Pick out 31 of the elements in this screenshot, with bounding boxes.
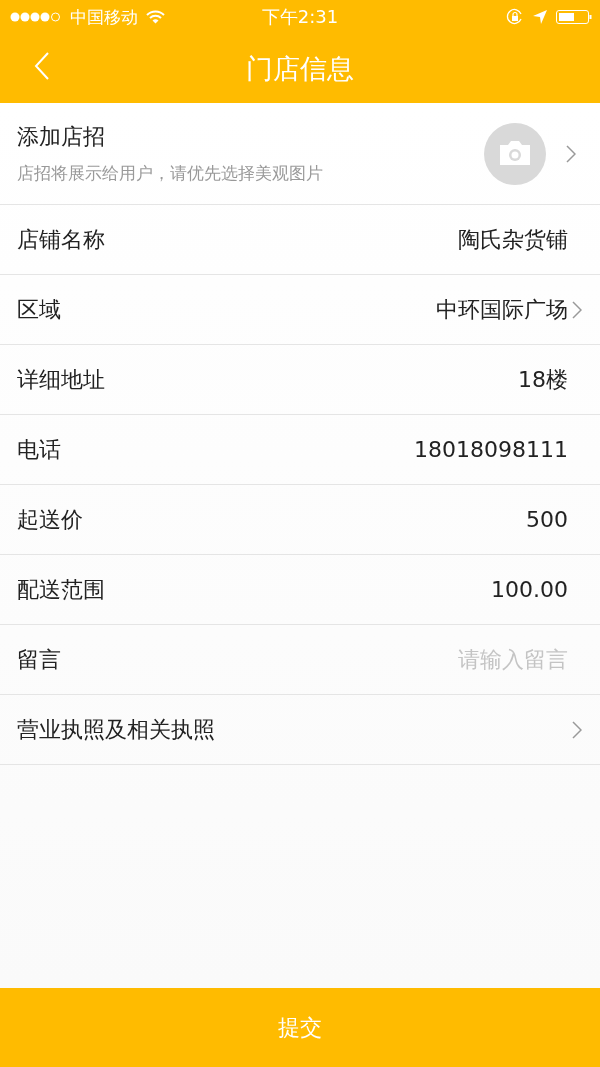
camera-icon[interactable]: [484, 122, 546, 185]
row-label: 电话: [17, 435, 62, 464]
battery-icon: [556, 9, 592, 25]
signal-icon: [10, 11, 62, 23]
row-label: 详细地址: [17, 365, 106, 394]
row-value: 18018098111: [414, 437, 568, 462]
carrier-name: 中国移动: [70, 5, 138, 29]
row-label: 区域: [17, 295, 62, 324]
clock-time: 下午2:31: [260, 5, 340, 29]
row-label: 添加店招: [17, 123, 106, 151]
row-label: 营业执照及相关执照: [17, 715, 216, 744]
row-label: 起送价: [17, 505, 84, 534]
page-title: 门店信息: [246, 51, 354, 86]
location-arrow-icon: [532, 9, 548, 25]
chevron-right-icon: [572, 300, 582, 319]
row-label: 店铺名称: [17, 225, 106, 254]
rotation-lock-icon: [506, 8, 524, 26]
row-value: 陶氏杂货铺: [458, 225, 568, 254]
row-label: 配送范围: [17, 575, 106, 604]
license-row[interactable]: 营业执照及相关执照: [0, 695, 600, 765]
wifi-icon: [146, 10, 165, 24]
hint-text: 店招将展示给用户，请优先选择美观图片: [17, 162, 324, 185]
chevron-right-icon: [572, 720, 582, 739]
signboard-row[interactable]: 添加店招 店招将展示给用户，请优先选择美观图片: [0, 103, 600, 205]
row-value: 500: [526, 507, 568, 532]
row-label: 留言: [17, 645, 62, 674]
row-value[interactable]: 中环国际广场: [436, 294, 568, 325]
row-value: 18楼: [518, 365, 568, 394]
chevron-right-icon: [566, 144, 576, 163]
row-value: 100.00: [491, 577, 568, 602]
message-input-field[interactable]: 请输入留言: [368, 647, 568, 672]
